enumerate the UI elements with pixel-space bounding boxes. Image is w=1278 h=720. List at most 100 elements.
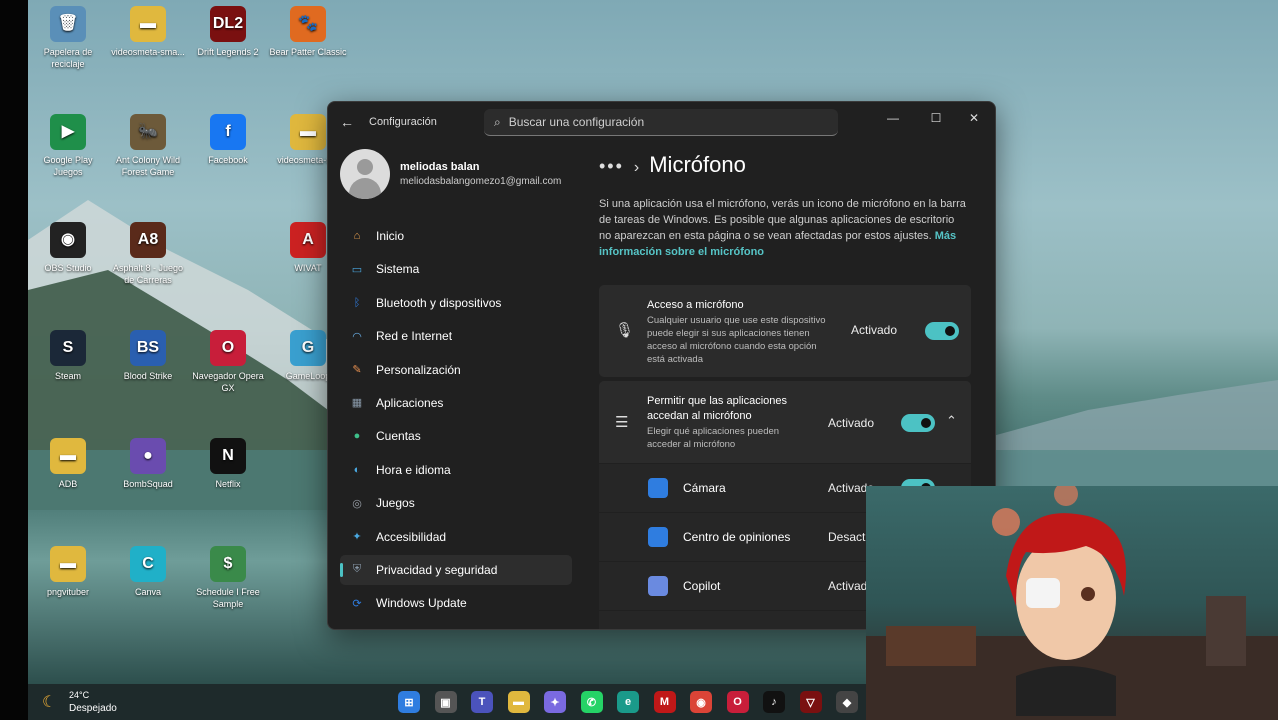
- sidebar-item-label: Windows Update: [376, 596, 467, 611]
- desktop-icon-label: ADB: [58, 479, 78, 489]
- app-icon: ▬: [50, 438, 86, 474]
- title-bar: ← Configuración ⌕ Buscar una configuraci…: [328, 102, 995, 142]
- desktop-icon[interactable]: S Steam: [28, 330, 108, 382]
- desktop-icon-label: Facebook: [208, 155, 248, 165]
- desktop-icon-label: BombSquad: [123, 479, 173, 489]
- desktop-icon[interactable]: O Navegador Opera GX: [188, 330, 268, 394]
- mcafee-icon[interactable]: M: [653, 691, 676, 713]
- search-box[interactable]: ⌕ Buscar una configuración: [484, 109, 838, 136]
- desktop-icon-label: Ant Colony Wild Forest Game: [115, 155, 181, 177]
- apps-access-subtitle: Elegir qué aplicaciones pueden acceder a…: [647, 426, 780, 450]
- app-icon: DL2: [210, 6, 246, 42]
- sidebar-item-label: Personalización: [376, 362, 461, 377]
- sidebar-item[interactable]: ◠ Red e Internet: [340, 321, 572, 351]
- minimize-button[interactable]: —: [879, 108, 907, 128]
- apps-access-toggle[interactable]: [901, 414, 935, 432]
- teams-icon[interactable]: T: [471, 691, 493, 713]
- apps-icon: ▦: [351, 397, 363, 410]
- app-icon: ▬: [290, 114, 326, 150]
- copilot-icon[interactable]: ✦: [544, 691, 566, 713]
- sidebar-item[interactable]: ▭ Sistema: [340, 254, 572, 284]
- sidebar-item[interactable]: ⌂ Inicio: [340, 221, 572, 251]
- app-icon: [648, 576, 668, 596]
- sidebar-item[interactable]: ᛒ Bluetooth y dispositivos: [340, 288, 572, 318]
- desktop-icon[interactable]: A8 Asphalt 8 - Juego de Carreras: [108, 222, 188, 286]
- access-toggle[interactable]: [925, 322, 959, 340]
- sidebar-item[interactable]: ◐ Hora e idioma: [340, 455, 572, 485]
- chrome-icon[interactable]: ◉: [690, 691, 712, 713]
- maximize-button[interactable]: ☐: [922, 108, 950, 128]
- start-icon[interactable]: ⊞: [398, 691, 420, 713]
- desktop-icon[interactable]: N Netflix: [188, 438, 268, 490]
- app-name: Cámara: [683, 481, 726, 495]
- desktop-icon[interactable]: 🐾 Bear Patter Classic: [268, 6, 348, 58]
- avatar: [340, 149, 390, 199]
- sidebar-item-label: Cuentas: [376, 429, 421, 444]
- left-black-bar: [0, 0, 28, 720]
- accounts-icon: ●: [353, 430, 361, 443]
- sidebar-item[interactable]: ✎ Personalización: [340, 355, 572, 385]
- desktop-icon[interactable]: f Facebook: [188, 114, 268, 166]
- profile-name: meliodas balan: [400, 161, 480, 173]
- edge-icon[interactable]: e: [617, 691, 639, 713]
- tiktok-icon[interactable]: ♪: [763, 691, 785, 713]
- breadcrumb-more-button[interactable]: •••: [599, 156, 624, 176]
- sidebar-item[interactable]: ✦ Accesibilidad: [340, 522, 572, 552]
- sidebar-item[interactable]: ▦ Aplicaciones: [340, 388, 572, 418]
- access-title: Acceso a micrófono: [647, 299, 744, 311]
- desktop-icon-label: pngvituber: [46, 587, 90, 597]
- desktop-icon[interactable]: ▬ ADB: [28, 438, 108, 490]
- close-button[interactable]: ✕: [960, 108, 988, 128]
- sidebar-item[interactable]: ● Cuentas: [340, 421, 572, 451]
- app-icon: ▬: [130, 6, 166, 42]
- wifi-icon: ◠: [352, 330, 362, 343]
- sidebar-item[interactable]: ⛨ Privacidad y seguridad: [340, 554, 572, 585]
- desktop-icon[interactable]: 🐜 Ant Colony Wild Forest Game: [108, 114, 188, 178]
- desktop-icon[interactable]: ▶ Google Play Juegos: [28, 114, 108, 178]
- desktop-icon-label: Papelera de reciclaje: [43, 47, 93, 69]
- task-view-icon[interactable]: ▣: [434, 691, 457, 713]
- chevron-up-icon[interactable]: ⌃: [946, 413, 957, 429]
- update-icon: ⟳: [352, 597, 362, 610]
- desktop-icon-label: OBS Studio: [44, 263, 92, 273]
- page-description: Si una aplicación usa el micrófono, verá…: [599, 196, 969, 260]
- sidebar-item-label: Red e Internet: [376, 329, 453, 344]
- access-state: Activado: [851, 323, 898, 337]
- desktop-icon[interactable]: C Canva: [108, 546, 188, 598]
- microphone-access-card: 🎙 Acceso a micrófono Cualquier usuario q…: [599, 285, 971, 377]
- desktop-icon[interactable]: ▬ pngvituber: [28, 546, 108, 598]
- sidebar-item-label: Aplicaciones: [376, 395, 444, 410]
- microphone-icon: 🎙: [615, 322, 635, 339]
- app-icon: $: [210, 546, 246, 582]
- app-icon: ●: [130, 438, 166, 474]
- desktop-icon-label: Navegador Opera GX: [192, 371, 264, 393]
- system-icon: ▭: [351, 263, 363, 276]
- whatsapp-icon[interactable]: ✆: [580, 691, 603, 713]
- desktop-icon[interactable]: ◉ OBS Studio: [28, 222, 108, 274]
- sidebar-item-label: Sistema: [376, 262, 420, 277]
- desktop-icon[interactable]: ● BombSquad: [108, 438, 188, 490]
- apps-access-card[interactable]: ☰ Permitir que las aplicaciones accedan …: [599, 381, 971, 463]
- opera-gx-icon[interactable]: O: [726, 691, 749, 713]
- drift-icon[interactable]: ▽: [799, 691, 822, 713]
- desktop-icon[interactable]: ▬ videosmeta-sma...: [108, 6, 188, 58]
- desktop-icon[interactable]: $ Schedule I Free Sample: [188, 546, 268, 610]
- desktop-icon[interactable]: 🗑 Papelera de reciclaje: [28, 6, 108, 70]
- app-icon: O: [210, 330, 246, 366]
- back-arrow-icon[interactable]: ←: [340, 114, 354, 130]
- sidebar-item[interactable]: ◎ Juegos: [340, 488, 572, 518]
- breadcrumb-chevron-icon: ›: [633, 159, 640, 176]
- weather-condition: Despejado: [69, 703, 117, 714]
- app-icon[interactable]: ◆: [836, 691, 858, 713]
- app-icon: 🐜: [130, 114, 166, 150]
- gamepad-icon: ◎: [352, 497, 362, 510]
- desktop-icon[interactable]: DL2 Drift Legends 2: [188, 6, 268, 58]
- desktop-icon[interactable]: BS Blood Strike: [108, 330, 188, 382]
- sidebar-item-label: Juegos: [376, 496, 415, 511]
- app-icon: N: [210, 438, 246, 474]
- shield-icon: ⛨: [352, 563, 362, 576]
- app-name: Copilot: [683, 579, 721, 593]
- bluetooth-icon: ᛒ: [353, 296, 361, 309]
- sidebar-item[interactable]: ⟳ Windows Update: [340, 588, 572, 618]
- file-explorer-icon[interactable]: ▬: [507, 691, 530, 713]
